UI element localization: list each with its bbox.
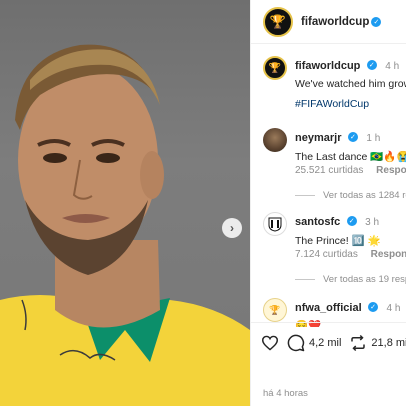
- trophy-icon: 🏆: [269, 13, 287, 29]
- post-header: 🏆 fifaworldcup ✓: [251, 0, 406, 44]
- caption-time: 4 h: [385, 61, 400, 72]
- trophy-icon: 🏆: [269, 304, 281, 315]
- chevron-right-icon: ›: [230, 221, 234, 235]
- divider: [295, 279, 315, 280]
- comment: neymarjr ✓ 1 h The Last dance 🇧🇷🔥😭: [263, 128, 406, 163]
- caption-text: We've watched him grow: [295, 78, 406, 90]
- comment-time: 3 h: [365, 217, 380, 228]
- repost-button[interactable]: 21,8 mil: [349, 334, 406, 352]
- reply-button[interactable]: Responder: [371, 249, 406, 260]
- verified-icon: ✓: [346, 215, 357, 226]
- comment-username[interactable]: santosfc: [295, 216, 340, 228]
- comment-time: 1 h: [366, 133, 381, 144]
- avatar[interactable]: 🏆: [263, 298, 287, 322]
- avatar[interactable]: [263, 212, 287, 236]
- caption-username[interactable]: fifaworldcup: [295, 60, 360, 72]
- verified-icon: ✓: [347, 131, 358, 142]
- view-replies-button[interactable]: Ver todas as 1284 respostas: [295, 190, 406, 201]
- comment-meta: 7.124 curtidas Responder: [295, 249, 406, 260]
- like-button[interactable]: [261, 335, 279, 351]
- divider: [295, 195, 315, 196]
- trophy-icon: 🏆: [268, 62, 282, 74]
- post-sidebar: 🏆 fifaworldcup ✓ 🏆 fifaworldcup ✓ 4 h We…: [250, 0, 406, 406]
- post-time-ago: há 4 horas: [263, 388, 308, 399]
- caption-hashtag[interactable]: #FIFAWorldCup: [295, 98, 369, 110]
- avatar[interactable]: [263, 128, 287, 152]
- reposts-count: 21,8 mil: [371, 336, 406, 349]
- comment-text: The Last dance 🇧🇷🔥😭: [295, 151, 406, 163]
- comment-username[interactable]: nfwa_official: [295, 302, 362, 314]
- comment-text: The Prince! 🔟 🌟: [295, 235, 381, 247]
- repost-icon: [351, 334, 366, 351]
- player-portrait-image: [0, 44, 250, 406]
- next-photo-button[interactable]: ›: [222, 218, 242, 238]
- comment-time: 4 h: [386, 303, 401, 314]
- view-replies-label: Ver todas as 19 respostas: [323, 274, 406, 285]
- comment-username[interactable]: neymarjr: [295, 132, 341, 144]
- verified-icon: ✓: [368, 301, 379, 312]
- view-replies-label: Ver todas as 1284 respostas: [323, 190, 406, 201]
- action-bar: 4,2 mil 21,8 mil: [251, 322, 406, 362]
- comment-button[interactable]: 4,2 mil: [287, 334, 341, 352]
- post-photo: ›: [0, 0, 250, 406]
- header-username[interactable]: fifaworldcup: [301, 16, 369, 28]
- avatar[interactable]: 🏆: [263, 56, 287, 80]
- santos-crest-icon: [268, 217, 282, 232]
- comment-likes[interactable]: 25.521 curtidas: [295, 165, 363, 176]
- comment-likes[interactable]: 7.124 curtidas: [295, 249, 358, 260]
- comment-meta: 25.521 curtidas Responder: [295, 165, 406, 176]
- verified-icon: ✓: [371, 16, 382, 27]
- reply-button[interactable]: Responder: [376, 165, 406, 176]
- comments-count: 4,2 mil: [309, 336, 342, 349]
- heart-icon: [261, 335, 279, 351]
- view-replies-button[interactable]: Ver todas as 19 respostas: [295, 274, 406, 285]
- comment-icon: [287, 334, 305, 351]
- verified-icon: ✓: [366, 59, 377, 70]
- avatar[interactable]: 🏆: [263, 6, 293, 37]
- comment: santosfc ✓ 3 h The Prince! 🔟 🌟: [263, 212, 381, 247]
- caption: 🏆 fifaworldcup ✓ 4 h We've watched him g…: [263, 56, 406, 90]
